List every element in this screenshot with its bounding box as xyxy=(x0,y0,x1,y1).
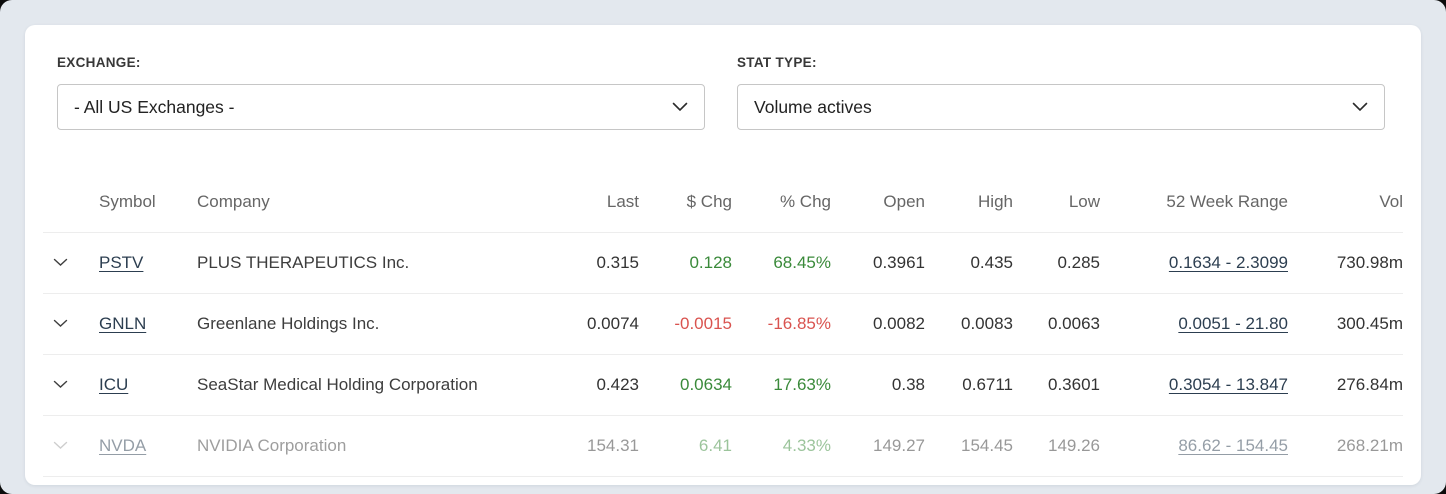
company-name: PLUS THERAPEUTICS Inc. xyxy=(197,252,410,272)
volume-value: 300.45m xyxy=(1336,313,1403,333)
company-name: NVIDIA Corporation xyxy=(197,435,347,455)
dollar-change-value: -0.0015 xyxy=(674,313,732,333)
high-value: 0.6711 xyxy=(962,374,1013,394)
stat-type-label: STAT TYPE: xyxy=(737,55,817,70)
high-value: 154.45 xyxy=(961,435,1013,455)
exchange-label: EXCHANGE: xyxy=(57,55,141,70)
stat-type-select[interactable]: Volume actives xyxy=(737,84,1385,130)
percent-change-value: 17.63% xyxy=(773,374,831,394)
exchange-select[interactable]: - All US Exchanges - xyxy=(57,84,705,130)
exchange-control: EXCHANGE: - All US Exchanges - xyxy=(57,55,705,130)
column-header-chg: $ Chg xyxy=(646,172,740,233)
stock-screener-widget: EXCHANGE: - All US Exchanges - STAT TYPE… xyxy=(0,0,1446,494)
row-expand-toggle[interactable] xyxy=(43,293,83,355)
table-row: GNLN Greenlane Holdings Inc. 0.0074 -0.0… xyxy=(43,293,1403,355)
quotes-table-wrap: Symbol Company Last $ Chg % Chg Open Hig… xyxy=(43,172,1403,477)
last-value: 0.423 xyxy=(596,374,639,394)
quotes-table: Symbol Company Last $ Chg % Chg Open Hig… xyxy=(43,172,1403,477)
screener-card: EXCHANGE: - All US Exchanges - STAT TYPE… xyxy=(25,25,1421,485)
open-value: 0.38 xyxy=(891,374,925,394)
open-value: 0.3961 xyxy=(873,252,925,272)
volume-value: 268.21m xyxy=(1336,435,1403,455)
symbol-link[interactable]: GNLN xyxy=(99,314,146,333)
open-value: 0.0082 xyxy=(873,313,925,333)
low-value: 149.26 xyxy=(1048,435,1100,455)
column-header-company: Company xyxy=(181,172,561,233)
exchange-select-value: - All US Exchanges - xyxy=(74,96,235,117)
company-name: Greenlane Holdings Inc. xyxy=(197,313,380,333)
dollar-change-value: 6.41 xyxy=(698,435,732,455)
symbol-link[interactable]: NVDA xyxy=(99,436,146,455)
percent-change-value: -16.85% xyxy=(767,313,831,333)
52-week-range-link[interactable]: 86.62 - 154.45 xyxy=(1178,436,1288,455)
column-header-vol: Vol xyxy=(1297,172,1403,233)
open-value: 149.27 xyxy=(873,435,925,455)
filter-controls: EXCHANGE: - All US Exchanges - STAT TYPE… xyxy=(25,25,1421,130)
column-header-last: Last xyxy=(561,172,646,233)
chevron-down-icon xyxy=(1352,102,1368,112)
table-row: ICU SeaStar Medical Holding Corporation … xyxy=(43,354,1403,416)
volume-value: 276.84m xyxy=(1336,374,1403,394)
row-expand-toggle[interactable] xyxy=(43,232,83,294)
low-value: 0.0063 xyxy=(1048,313,1100,333)
chevron-down-icon xyxy=(53,380,83,389)
52-week-range-link[interactable]: 0.1634 - 2.3099 xyxy=(1169,253,1288,272)
column-header-range: 52 Week Range xyxy=(1107,172,1297,233)
percent-change-value: 4.33% xyxy=(782,435,831,455)
column-header-high: High xyxy=(931,172,1019,233)
row-expand-toggle[interactable] xyxy=(43,415,83,477)
table-row: PSTV PLUS THERAPEUTICS Inc. 0.315 0.128 … xyxy=(43,232,1403,294)
row-expand-toggle[interactable] xyxy=(43,354,83,416)
symbol-link[interactable]: PSTV xyxy=(99,253,143,272)
chevron-down-icon xyxy=(53,258,83,267)
table-header-row: Symbol Company Last $ Chg % Chg Open Hig… xyxy=(43,172,1403,233)
stat-type-select-value: Volume actives xyxy=(754,96,872,117)
percent-change-value: 68.45% xyxy=(773,252,831,272)
chevron-down-icon xyxy=(672,102,688,112)
volume-value: 730.98m xyxy=(1336,252,1403,272)
chevron-down-icon xyxy=(53,441,83,450)
column-header-symbol: Symbol xyxy=(83,172,181,233)
column-header-pchg: % Chg xyxy=(740,172,838,233)
high-value: 0.435 xyxy=(970,252,1013,272)
table-row: NVDA NVIDIA Corporation 154.31 6.41 4.33… xyxy=(43,415,1403,477)
low-value: 0.3601 xyxy=(1048,374,1100,394)
52-week-range-link[interactable]: 0.0051 - 21.80 xyxy=(1178,314,1288,333)
low-value: 0.285 xyxy=(1057,252,1100,272)
last-value: 154.31 xyxy=(587,435,639,455)
column-header-low: Low xyxy=(1019,172,1107,233)
chevron-down-icon xyxy=(53,319,83,328)
stat-type-control: STAT TYPE: Volume actives xyxy=(737,55,1385,130)
column-header-open: Open xyxy=(838,172,931,233)
symbol-link[interactable]: ICU xyxy=(99,375,128,394)
52-week-range-link[interactable]: 0.3054 - 13.847 xyxy=(1169,375,1288,394)
last-value: 0.315 xyxy=(596,252,639,272)
company-name: SeaStar Medical Holding Corporation xyxy=(197,374,478,394)
last-value: 0.0074 xyxy=(587,313,639,333)
dollar-change-value: 0.0634 xyxy=(680,374,732,394)
high-value: 0.0083 xyxy=(961,313,1013,333)
dollar-change-value: 0.128 xyxy=(689,252,732,272)
toggle-column-header xyxy=(43,172,83,233)
